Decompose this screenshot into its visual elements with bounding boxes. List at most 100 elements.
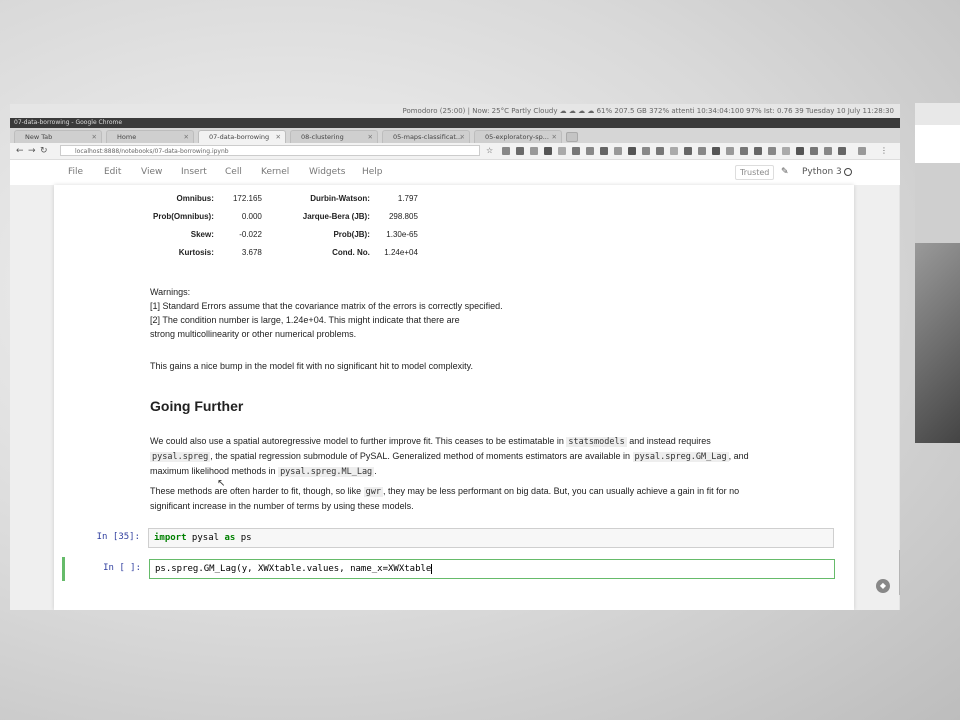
tab-label: 08-clustering	[301, 133, 344, 141]
menu-file[interactable]: File	[68, 167, 83, 177]
close-icon[interactable]: ✕	[276, 131, 281, 143]
close-icon[interactable]: ✕	[92, 131, 97, 143]
extension-icon[interactable]	[712, 147, 720, 155]
paragraph-performance: These methods are often harder to fit, t…	[150, 484, 830, 513]
menu-view[interactable]: View	[141, 167, 162, 177]
extension-icon[interactable]	[614, 147, 622, 155]
text-cursor	[431, 564, 433, 574]
extension-icon[interactable]	[796, 147, 804, 155]
extension-icon[interactable]	[530, 147, 538, 155]
close-icon[interactable]: ✕	[552, 131, 557, 143]
close-icon[interactable]: ✕	[184, 131, 189, 143]
new-tab-button[interactable]	[566, 132, 578, 142]
extension-icon[interactable]	[768, 147, 776, 155]
pencil-icon[interactable]: ✎	[781, 167, 789, 177]
close-icon[interactable]: ✕	[460, 131, 465, 143]
inline-code: pysal.spreg.ML_Lag	[278, 467, 375, 477]
tab-07-data-borrowing[interactable]: 07-data-borrowing ✕	[198, 130, 286, 143]
menu-cell[interactable]: Cell	[225, 167, 242, 177]
background-window	[915, 103, 960, 443]
tab-home[interactable]: Home ✕	[106, 130, 194, 143]
tab-label: 05-maps-classificat...	[393, 133, 463, 141]
extension-icon[interactable]	[670, 147, 678, 155]
extension-icon[interactable]	[782, 147, 790, 155]
table-cell: Prob(JB):	[333, 229, 370, 239]
kernel-status-icon	[844, 168, 852, 176]
trusted-indicator[interactable]: Trusted	[735, 165, 775, 180]
tab-05-maps-classification[interactable]: 05-maps-classificat... ✕	[382, 130, 470, 143]
extension-icon[interactable]	[824, 147, 832, 155]
extension-icon[interactable]	[600, 147, 608, 155]
menu-kernel[interactable]: Kernel	[261, 167, 289, 177]
window-title: 07-data-borrowing - Google Chrome	[10, 118, 900, 128]
extension-icon[interactable]	[502, 147, 510, 155]
extension-icon[interactable]	[572, 147, 580, 155]
tab-label: New Tab	[25, 133, 53, 141]
text-span: These methods are often harder to fit, t…	[150, 486, 364, 496]
tab-new-tab[interactable]: New Tab ✕	[14, 130, 102, 143]
address-bar[interactable]: localhost:8888/notebooks/07-data-borrowi…	[60, 145, 480, 156]
inline-code: pysal.spreg	[150, 452, 211, 462]
tab-label: 05-exploratory-sp...	[485, 133, 549, 141]
extension-icon[interactable]	[726, 147, 734, 155]
table-cell: Omnibus:	[176, 193, 214, 203]
url-text: localhost:8888/notebooks/07-data-borrowi…	[75, 148, 229, 155]
code-input[interactable]: import pysal as ps	[148, 528, 834, 548]
extension-icon[interactable]	[754, 147, 762, 155]
mouse-cursor-icon: ↖	[217, 478, 226, 489]
table-cell: 1.30e-65	[386, 229, 418, 239]
table-cell: Kurtosis:	[178, 247, 214, 257]
table-cell: Prob(Omnibus):	[153, 211, 214, 221]
code-input[interactable]: ps.spreg.GM_Lag(y, XWXtable.values, name…	[149, 559, 835, 579]
menu-kebab-icon[interactable]: ⋮	[880, 145, 888, 157]
text-span: .	[374, 466, 377, 476]
table-row: Omnibus: 172.165 Durbin-Watson: 1.797	[149, 189, 422, 207]
extension-icon[interactable]	[628, 147, 636, 155]
extension-icon[interactable]	[642, 147, 650, 155]
extension-icon[interactable]	[740, 147, 748, 155]
extension-icon[interactable]	[838, 147, 846, 155]
diamond-icon[interactable]: ◆	[876, 579, 890, 593]
extension-icon[interactable]	[586, 147, 594, 155]
forward-icon[interactable]: →	[28, 145, 36, 157]
table-row: Skew: -0.022 Prob(JB): 1.30e-65	[149, 225, 422, 243]
menu-insert[interactable]: Insert	[181, 167, 207, 177]
code-cell[interactable]: In [35]: import pysal as ps	[64, 528, 839, 548]
system-status-bar: Pomodoro (25:00) | Now: 25°C Partly Clou…	[10, 104, 900, 118]
table-cell: 0.000	[241, 211, 262, 221]
menu-edit[interactable]: Edit	[104, 167, 121, 177]
kernel-name[interactable]: Python 3	[802, 167, 842, 177]
extension-icon[interactable]	[516, 147, 524, 155]
regression-diagnostics-table: Omnibus: 172.165 Durbin-Watson: 1.797 Pr…	[149, 189, 422, 261]
tab-08-clustering[interactable]: 08-clustering ✕	[290, 130, 378, 143]
extension-icon[interactable]	[558, 147, 566, 155]
extension-icon[interactable]	[810, 147, 818, 155]
extension-icon[interactable]	[544, 147, 552, 155]
tab-05-exploratory[interactable]: 05-exploratory-sp... ✕	[474, 130, 562, 143]
extension-icon[interactable]	[698, 147, 706, 155]
code-text: ps	[235, 533, 252, 543]
scrollbar-thumb[interactable]	[899, 550, 900, 595]
warnings-block: Warnings: [1] Standard Errors assume tha…	[150, 285, 830, 341]
section-heading: Going Further	[150, 398, 244, 414]
menu-widgets[interactable]: Widgets	[309, 167, 345, 177]
warning-line: [2] The condition number is large, 1.24e…	[150, 315, 460, 325]
table-cell: Cond. No.	[332, 247, 370, 257]
bookmark-star-icon[interactable]: ☆	[486, 145, 493, 157]
extension-icon[interactable]	[684, 147, 692, 155]
browser-window: 07-data-borrowing - Google Chrome New Ta…	[10, 118, 900, 610]
scrollbar[interactable]	[899, 185, 900, 610]
extension-icon[interactable]	[656, 147, 664, 155]
inline-code: gwr	[363, 487, 383, 497]
notebook-area: Omnibus: 172.165 Durbin-Watson: 1.797 Pr…	[10, 185, 900, 610]
cell-prompt: In [ ]:	[103, 563, 141, 573]
close-icon[interactable]: ✕	[368, 131, 373, 143]
reload-icon[interactable]: ↻	[40, 145, 48, 157]
text-span: and instead requires	[626, 436, 711, 446]
table-cell: 1.24e+04	[384, 247, 418, 257]
code-cell-active[interactable]: In [ ]: ps.spreg.GM_Lag(y, XWXtable.valu…	[62, 557, 840, 581]
back-icon[interactable]: ←	[16, 145, 24, 157]
menu-help[interactable]: Help	[362, 167, 383, 177]
code-text: pysal	[186, 533, 225, 543]
extension-icon[interactable]	[858, 147, 866, 155]
